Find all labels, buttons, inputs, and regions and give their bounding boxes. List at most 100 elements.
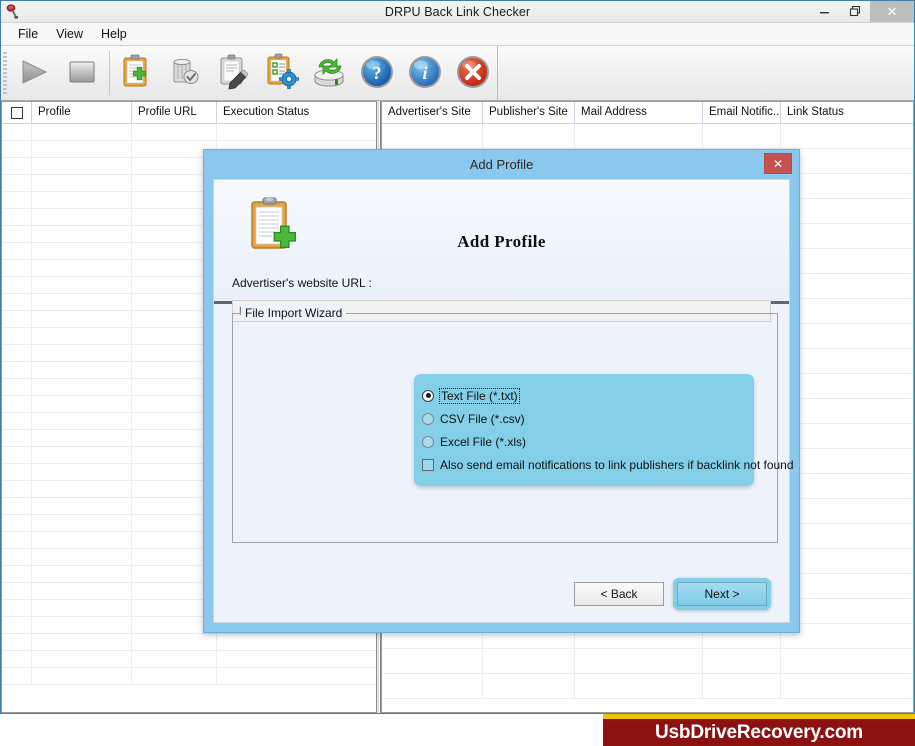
help-button[interactable]: ? xyxy=(353,49,401,97)
column-header-email-notification[interactable]: Email Notific... xyxy=(703,102,781,123)
option-csv-file[interactable]: CSV File (*.csv) xyxy=(414,407,754,430)
maximize-button[interactable] xyxy=(840,1,870,22)
table-row[interactable] xyxy=(2,651,376,668)
table-cell xyxy=(2,277,32,293)
table-cell xyxy=(781,124,897,148)
column-header-link-status[interactable]: Link Status xyxy=(781,102,897,123)
table-cell xyxy=(483,674,575,698)
table-cell xyxy=(32,583,132,599)
option-csv-file-label: CSV File (*.csv) xyxy=(440,411,525,426)
column-header-advertisers-site[interactable]: Advertiser's Site xyxy=(382,102,483,123)
dialog-title: Add Profile xyxy=(469,157,534,172)
window-controls: ✕ xyxy=(810,1,914,22)
column-header-profile-url[interactable]: Profile URL xyxy=(132,102,217,123)
table-cell xyxy=(32,328,132,344)
dialog-titlebar: Add Profile ✕ xyxy=(204,150,799,179)
dialog-body: Add Profile Advertiser's website URL : F… xyxy=(213,179,794,623)
table-cell xyxy=(2,481,32,497)
table-cell xyxy=(32,396,132,412)
table-cell xyxy=(32,447,132,463)
column-header-mail-address[interactable]: Mail Address xyxy=(575,102,703,123)
toolbar: ? i xyxy=(1,46,914,101)
table-cell xyxy=(483,124,575,148)
option-email-notification[interactable]: Also send email notifications to link pu… xyxy=(414,453,794,476)
table-cell xyxy=(32,515,132,531)
menu-item-file[interactable]: File xyxy=(9,25,47,43)
select-all-header[interactable] xyxy=(2,102,32,123)
grid-right-header: Advertiser's Site Publisher's Site Mail … xyxy=(382,102,913,124)
table-cell xyxy=(2,634,32,650)
clipboard-gear-icon xyxy=(261,52,301,95)
delete-profile-button[interactable] xyxy=(161,49,209,97)
table-cell xyxy=(32,243,132,259)
table-cell xyxy=(32,430,132,446)
stop-button[interactable] xyxy=(58,49,106,97)
table-cell xyxy=(2,328,32,344)
table-row[interactable] xyxy=(2,634,376,651)
edit-profile-button[interactable] xyxy=(209,49,257,97)
table-row[interactable] xyxy=(382,649,913,674)
radio-text-file-icon[interactable] xyxy=(422,389,434,402)
file-import-wizard-group: File Import Wizard Text File (*.txt) CSV… xyxy=(232,306,794,543)
table-cell xyxy=(2,141,32,157)
url-field-label: Advertiser's website URL : xyxy=(232,276,372,290)
table-row[interactable] xyxy=(2,668,376,685)
next-button[interactable]: Next > xyxy=(677,582,767,606)
option-email-notification-label: Also send email notifications to link pu… xyxy=(440,457,794,472)
table-cell xyxy=(32,158,132,174)
menubar: File View Help xyxy=(1,23,914,46)
table-row[interactable] xyxy=(382,124,913,149)
table-cell xyxy=(703,674,781,698)
select-all-checkbox[interactable] xyxy=(10,106,23,119)
table-cell xyxy=(2,175,32,191)
minimize-button[interactable] xyxy=(810,1,840,22)
table-cell xyxy=(32,566,132,582)
start-button[interactable] xyxy=(10,49,58,97)
option-text-file[interactable]: Text File (*.txt) xyxy=(414,384,754,407)
toolbar-grip[interactable] xyxy=(3,52,7,94)
table-cell xyxy=(32,413,132,429)
table-cell xyxy=(32,192,132,208)
profile-settings-button[interactable] xyxy=(257,49,305,97)
option-text-file-label: Text File (*.txt) xyxy=(439,387,520,404)
column-header-execution-status[interactable]: Execution Status xyxy=(217,102,375,123)
add-profile-button[interactable] xyxy=(113,49,161,97)
table-cell xyxy=(575,649,703,673)
table-cell xyxy=(32,345,132,361)
menu-item-view[interactable]: View xyxy=(47,25,92,43)
table-cell xyxy=(2,532,32,548)
table-row[interactable] xyxy=(382,674,913,699)
table-cell xyxy=(2,260,32,276)
table-cell xyxy=(217,634,375,650)
next-button-highlight: Next > xyxy=(673,578,771,610)
table-cell xyxy=(32,668,132,684)
refresh-button[interactable] xyxy=(305,49,353,97)
table-row[interactable] xyxy=(2,124,376,141)
dialog-button-bar: < Back Next > xyxy=(574,578,771,610)
help-question-icon: ? xyxy=(359,54,395,93)
play-triangle-icon xyxy=(17,56,51,91)
menu-item-help[interactable]: Help xyxy=(92,25,136,43)
back-button[interactable]: < Back xyxy=(574,582,664,606)
table-cell xyxy=(32,175,132,191)
radio-csv-file-icon[interactable] xyxy=(422,412,434,425)
checkbox-email-notification-icon[interactable] xyxy=(422,458,434,471)
column-header-profile[interactable]: Profile xyxy=(32,102,132,123)
table-cell xyxy=(2,396,32,412)
grid-left-header: Profile Profile URL Execution Status xyxy=(2,102,376,124)
table-cell xyxy=(32,311,132,327)
close-button[interactable]: ✕ xyxy=(870,1,914,22)
dialog-close-button[interactable]: ✕ xyxy=(764,153,792,174)
window-titlebar: DRPU Back Link Checker ✕ xyxy=(1,1,914,23)
exit-button[interactable] xyxy=(449,49,497,97)
window-title: DRPU Back Link Checker xyxy=(384,4,531,19)
about-button[interactable]: i xyxy=(401,49,449,97)
toolbar-separator xyxy=(109,51,110,95)
table-cell xyxy=(32,277,132,293)
radio-excel-file-icon[interactable] xyxy=(422,435,434,448)
file-import-wizard-legend: File Import Wizard xyxy=(241,306,347,320)
column-header-publishers-site[interactable]: Publisher's Site xyxy=(483,102,575,123)
table-cell xyxy=(32,379,132,395)
clipboard-pen-icon xyxy=(213,52,253,95)
option-excel-file[interactable]: Excel File (*.xls) xyxy=(414,430,754,453)
